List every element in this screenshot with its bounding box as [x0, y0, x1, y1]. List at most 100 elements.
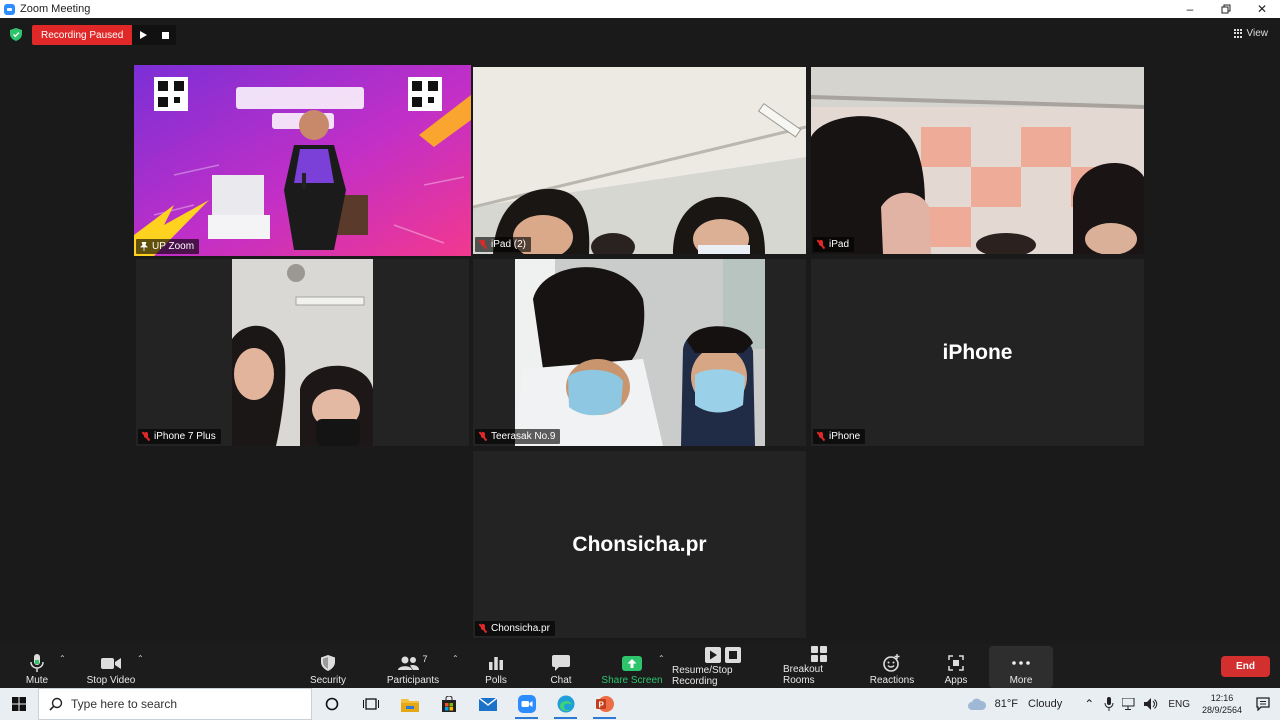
polls-chart-icon [485, 653, 507, 673]
volume-speaker-icon[interactable] [1144, 698, 1158, 710]
play-icon [139, 31, 147, 39]
share-screen-icon [621, 653, 643, 673]
windows-logo-icon [12, 697, 26, 711]
store-bag-icon [441, 696, 456, 712]
muted-mic-icon [142, 432, 150, 441]
video-tile-ipad[interactable]: iPad [811, 67, 1144, 254]
participant-name: UP Zoom [152, 241, 195, 252]
search-icon [49, 697, 63, 711]
stop-video-label: Stop Video [86, 675, 136, 686]
stop-recording-button[interactable] [154, 25, 177, 45]
participant-name-tag: Teerasak No.9 [475, 429, 561, 444]
recording-controls-icon [704, 647, 744, 663]
zoom-app-icon [4, 3, 15, 15]
share-options-caret[interactable]: ⌃ [658, 654, 665, 663]
participant-name: iPhone 7 Plus [154, 431, 216, 442]
taskbar-zoom[interactable] [507, 688, 546, 720]
participant-name-tag: iPad [813, 237, 855, 252]
encryption-shield-icon[interactable] [10, 28, 22, 41]
tray-microphone-icon[interactable] [1104, 697, 1114, 711]
mute-button[interactable]: Mute [22, 648, 52, 686]
recording-status-label: Recording Paused [32, 25, 133, 45]
close-button[interactable]: ✕ [1244, 0, 1280, 18]
task-view-button[interactable] [351, 688, 390, 720]
restore-icon [1221, 4, 1231, 14]
zoom-app-icon [517, 695, 536, 713]
security-button[interactable]: Security [306, 648, 350, 686]
mute-label: Mute [25, 675, 49, 686]
search-placeholder: Type here to search [71, 697, 178, 711]
powerpoint-icon: P [595, 696, 614, 712]
show-hidden-icons-chevron[interactable]: ⌃ [1084, 697, 1094, 711]
share-screen-button[interactable]: Share Screen [600, 648, 664, 686]
view-label: View [1246, 28, 1269, 39]
resume-stop-recording-button[interactable]: Resume/Stop Recording [672, 647, 776, 687]
apps-label: Apps [944, 675, 968, 686]
muted-mic-icon [479, 624, 487, 633]
minimize-button[interactable]: – [1172, 0, 1208, 18]
reactions-button[interactable]: Reactions [868, 648, 916, 686]
clock-date: 28/9/2564 [1201, 705, 1243, 715]
participant-name-tag: iPad (2) [475, 237, 532, 252]
view-button[interactable]: View [1233, 28, 1269, 39]
chat-bubble-icon [550, 653, 572, 673]
reactions-label: Reactions [869, 675, 915, 686]
restore-button[interactable] [1208, 0, 1244, 18]
participant-video [473, 259, 806, 446]
taskbar-mail[interactable] [468, 688, 507, 720]
participant-name: iPad (2) [491, 239, 527, 250]
action-center-button[interactable] [1246, 688, 1280, 720]
video-tile-ipad-2[interactable]: iPad (2) [473, 67, 806, 254]
task-view-icon [362, 698, 379, 710]
breakout-rooms-label: Breakout Rooms [783, 664, 824, 686]
svg-text:P: P [598, 700, 604, 709]
taskbar-file-explorer[interactable] [390, 688, 429, 720]
video-options-caret[interactable]: ⌃ [137, 654, 144, 663]
polls-label: Polls [485, 675, 507, 686]
chat-button[interactable]: Chat [542, 648, 580, 686]
start-button[interactable] [0, 688, 38, 720]
taskbar-edge[interactable] [546, 688, 585, 720]
taskbar-clock[interactable]: 12:16 28/9/2564 [1198, 692, 1246, 716]
file-explorer-icon [400, 698, 419, 712]
polls-button[interactable]: Polls [478, 648, 514, 686]
video-tile-iphone-7-plus[interactable]: iPhone 7 Plus [136, 259, 469, 446]
share-screen-label: Share Screen [601, 675, 663, 686]
window-titlebar: Zoom Meeting – ✕ [0, 0, 1280, 18]
weather-temperature: 81°F [994, 698, 1019, 710]
grid-view-icon [1233, 29, 1243, 38]
clock-time: 12:16 [1210, 693, 1234, 703]
video-tile-chonsicha[interactable]: Chonsicha.pr Chonsicha.pr [473, 451, 806, 638]
input-language[interactable]: ENG [1168, 699, 1190, 710]
more-dots-icon [1010, 653, 1032, 673]
participant-display-name: Chonsicha.pr [572, 532, 707, 556]
participants-options-caret[interactable]: ⌃ [452, 654, 459, 663]
cloudy-weather-icon[interactable] [967, 697, 987, 711]
participant-name: Teerasak No.9 [491, 431, 556, 442]
more-button[interactable]: More [1001, 648, 1041, 686]
video-tile-iphone[interactable]: iPhone iPhone [811, 259, 1144, 446]
taskbar-powerpoint[interactable]: P [585, 688, 624, 720]
resume-recording-button[interactable] [132, 25, 155, 45]
resume-stop-recording-label: Resume/Stop Recording [672, 665, 733, 687]
stop-video-button[interactable]: Stop Video [84, 648, 138, 686]
breakout-rooms-button[interactable]: Breakout Rooms [783, 646, 855, 686]
network-icon[interactable] [1122, 698, 1136, 710]
security-shield-icon [317, 653, 339, 673]
video-tile-up-zoom[interactable]: UP Zoom [134, 65, 471, 256]
end-meeting-button[interactable]: End [1221, 656, 1270, 677]
audio-options-caret[interactable]: ⌃ [59, 654, 66, 663]
taskbar-search-box[interactable]: Type here to search [38, 688, 312, 720]
windows-taskbar: Type here to search P 81°F Cloudy ⌃ ENG … [0, 688, 1280, 720]
taskbar-store[interactable] [429, 688, 468, 720]
participant-video [811, 67, 1144, 254]
cortana-button[interactable] [312, 688, 351, 720]
window-title: Zoom Meeting [20, 3, 91, 15]
participant-name: Chonsicha.pr [491, 623, 550, 634]
participant-name: iPad [829, 239, 850, 250]
video-tile-teerasak[interactable]: Teerasak No.9 [473, 259, 806, 446]
participant-display-name: iPhone [942, 340, 1013, 364]
participants-button[interactable]: 7 Participants [383, 648, 443, 686]
apps-button[interactable]: Apps [940, 648, 972, 686]
participants-label: Participants [386, 675, 440, 686]
